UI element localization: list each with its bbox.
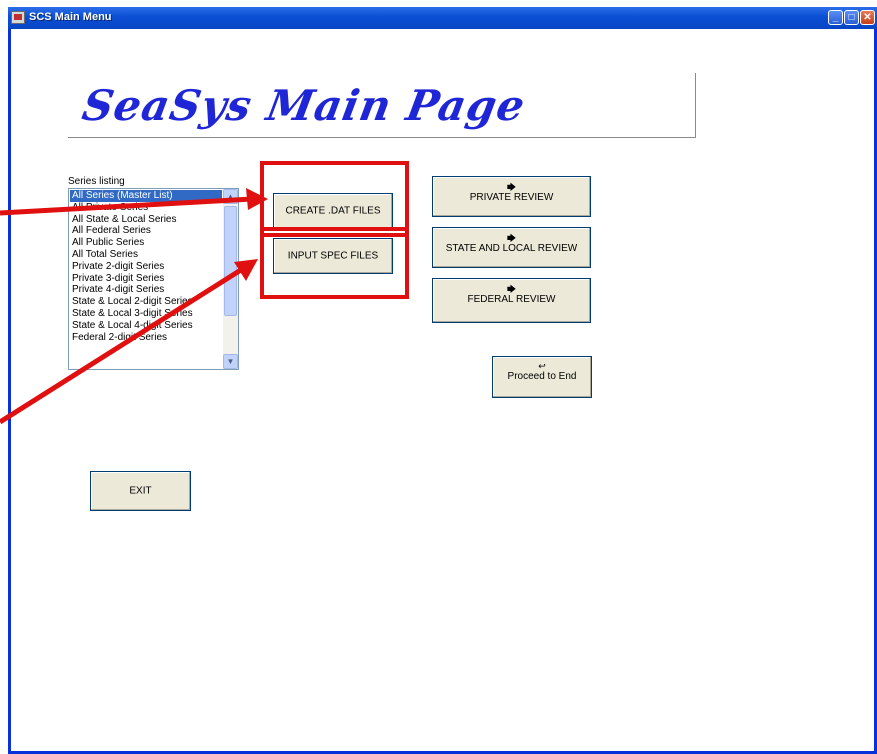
annotation-arrows <box>0 188 268 425</box>
arrow-to-create-dat <box>0 188 268 216</box>
arrow-to-input-spec <box>0 259 258 425</box>
